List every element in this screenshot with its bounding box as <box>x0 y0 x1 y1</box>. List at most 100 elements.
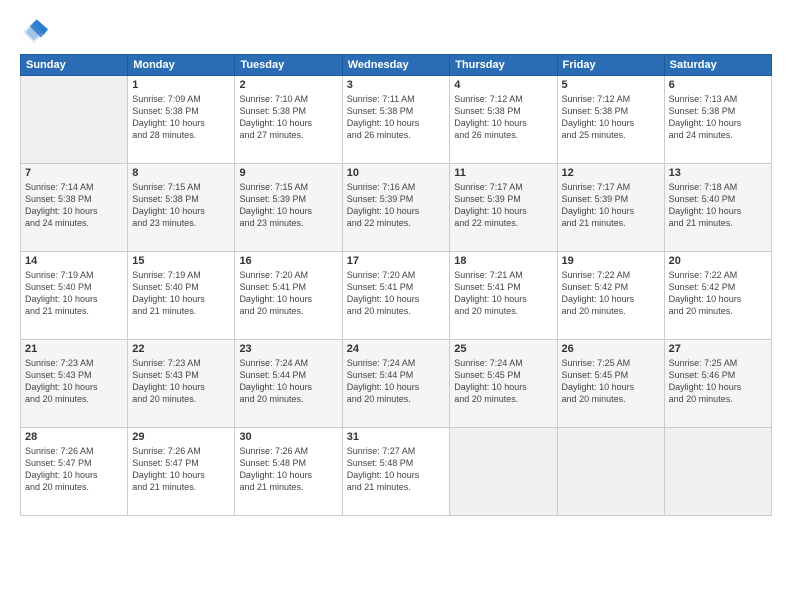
calendar-cell: 20 Sunrise: 7:22 AM Sunset: 5:42 PM Dayli… <box>664 252 771 340</box>
logo-icon <box>20 18 48 46</box>
day-info: Sunrise: 7:12 AM Sunset: 5:38 PM Dayligh… <box>454 93 552 142</box>
col-header-wednesday: Wednesday <box>342 55 450 76</box>
day-info: Sunrise: 7:15 AM Sunset: 5:39 PM Dayligh… <box>239 181 337 230</box>
day-info: Sunrise: 7:23 AM Sunset: 5:43 PM Dayligh… <box>25 357 123 406</box>
calendar-cell: 13 Sunrise: 7:18 AM Sunset: 5:40 PM Dayli… <box>664 164 771 252</box>
day-info: Sunrise: 7:16 AM Sunset: 5:39 PM Dayligh… <box>347 181 446 230</box>
day-number: 19 <box>562 255 660 267</box>
calendar-cell: 29 Sunrise: 7:26 AM Sunset: 5:47 PM Dayli… <box>128 428 235 516</box>
calendar-cell: 2 Sunrise: 7:10 AM Sunset: 5:38 PM Daylig… <box>235 76 342 164</box>
logo <box>20 18 52 46</box>
col-header-monday: Monday <box>128 55 235 76</box>
page: SundayMondayTuesdayWednesdayThursdayFrid… <box>0 0 792 612</box>
calendar-cell: 6 Sunrise: 7:13 AM Sunset: 5:38 PM Daylig… <box>664 76 771 164</box>
calendar-cell <box>557 428 664 516</box>
day-number: 8 <box>132 167 230 179</box>
calendar-cell: 28 Sunrise: 7:26 AM Sunset: 5:47 PM Dayli… <box>21 428 128 516</box>
day-number: 26 <box>562 343 660 355</box>
day-number: 12 <box>562 167 660 179</box>
day-info: Sunrise: 7:26 AM Sunset: 5:47 PM Dayligh… <box>25 445 123 494</box>
day-info: Sunrise: 7:21 AM Sunset: 5:41 PM Dayligh… <box>454 269 552 318</box>
calendar: SundayMondayTuesdayWednesdayThursdayFrid… <box>20 54 772 516</box>
calendar-cell: 17 Sunrise: 7:20 AM Sunset: 5:41 PM Dayli… <box>342 252 450 340</box>
header <box>20 18 772 46</box>
day-info: Sunrise: 7:20 AM Sunset: 5:41 PM Dayligh… <box>347 269 446 318</box>
week-row-0: 1Sunrise: 7:09 AM Sunset: 5:38 PM Daylig… <box>21 76 772 164</box>
day-info: Sunrise: 7:18 AM Sunset: 5:40 PM Dayligh… <box>669 181 767 230</box>
calendar-cell: 11 Sunrise: 7:17 AM Sunset: 5:39 PM Dayli… <box>450 164 557 252</box>
day-info: Sunrise: 7:10 AM Sunset: 5:38 PM Dayligh… <box>239 93 337 142</box>
calendar-cell: 22Sunrise: 7:23 AM Sunset: 5:43 PM Dayli… <box>128 340 235 428</box>
day-info: Sunrise: 7:17 AM Sunset: 5:39 PM Dayligh… <box>454 181 552 230</box>
day-info: Sunrise: 7:15 AM Sunset: 5:38 PM Dayligh… <box>132 181 230 230</box>
day-number: 29 <box>132 431 230 443</box>
day-info: Sunrise: 7:19 AM Sunset: 5:40 PM Dayligh… <box>132 269 230 318</box>
calendar-cell: 16Sunrise: 7:20 AM Sunset: 5:41 PM Dayli… <box>235 252 342 340</box>
day-number: 25 <box>454 343 552 355</box>
calendar-cell: 25 Sunrise: 7:24 AM Sunset: 5:45 PM Dayli… <box>450 340 557 428</box>
calendar-cell: 3 Sunrise: 7:11 AM Sunset: 5:38 PM Daylig… <box>342 76 450 164</box>
col-header-sunday: Sunday <box>21 55 128 76</box>
day-number: 18 <box>454 255 552 267</box>
week-row-2: 14 Sunrise: 7:19 AM Sunset: 5:40 PM Dayli… <box>21 252 772 340</box>
calendar-cell: 18 Sunrise: 7:21 AM Sunset: 5:41 PM Dayli… <box>450 252 557 340</box>
day-number: 9 <box>239 167 337 179</box>
day-number: 2 <box>239 79 337 91</box>
day-number: 6 <box>669 79 767 91</box>
day-info: Sunrise: 7:27 AM Sunset: 5:48 PM Dayligh… <box>347 445 446 494</box>
day-number: 17 <box>347 255 446 267</box>
calendar-cell: 10 Sunrise: 7:16 AM Sunset: 5:39 PM Dayli… <box>342 164 450 252</box>
calendar-cell: 23 Sunrise: 7:24 AM Sunset: 5:44 PM Dayli… <box>235 340 342 428</box>
calendar-cell <box>450 428 557 516</box>
calendar-cell: 21Sunrise: 7:23 AM Sunset: 5:43 PM Dayli… <box>21 340 128 428</box>
day-number: 24 <box>347 343 446 355</box>
day-number: 1 <box>132 79 230 91</box>
calendar-cell: 8 Sunrise: 7:15 AM Sunset: 5:38 PM Daylig… <box>128 164 235 252</box>
day-number: 28 <box>25 431 123 443</box>
calendar-cell: 19 Sunrise: 7:22 AM Sunset: 5:42 PM Dayli… <box>557 252 664 340</box>
day-number: 15 <box>132 255 230 267</box>
day-info: Sunrise: 7:24 AM Sunset: 5:45 PM Dayligh… <box>454 357 552 406</box>
calendar-cell: 1Sunrise: 7:09 AM Sunset: 5:38 PM Daylig… <box>128 76 235 164</box>
day-info: Sunrise: 7:25 AM Sunset: 5:46 PM Dayligh… <box>669 357 767 406</box>
day-info: Sunrise: 7:12 AM Sunset: 5:38 PM Dayligh… <box>562 93 660 142</box>
calendar-cell: 27 Sunrise: 7:25 AM Sunset: 5:46 PM Dayli… <box>664 340 771 428</box>
day-info: Sunrise: 7:11 AM Sunset: 5:38 PM Dayligh… <box>347 93 446 142</box>
day-info: Sunrise: 7:25 AM Sunset: 5:45 PM Dayligh… <box>562 357 660 406</box>
day-number: 30 <box>239 431 337 443</box>
week-row-4: 28 Sunrise: 7:26 AM Sunset: 5:47 PM Dayli… <box>21 428 772 516</box>
calendar-cell: 30Sunrise: 7:26 AM Sunset: 5:48 PM Dayli… <box>235 428 342 516</box>
calendar-header-row: SundayMondayTuesdayWednesdayThursdayFrid… <box>21 55 772 76</box>
col-header-thursday: Thursday <box>450 55 557 76</box>
week-row-1: 7Sunrise: 7:14 AM Sunset: 5:38 PM Daylig… <box>21 164 772 252</box>
calendar-cell: 31 Sunrise: 7:27 AM Sunset: 5:48 PM Dayli… <box>342 428 450 516</box>
col-header-saturday: Saturday <box>664 55 771 76</box>
calendar-cell: 15 Sunrise: 7:19 AM Sunset: 5:40 PM Dayli… <box>128 252 235 340</box>
day-info: Sunrise: 7:22 AM Sunset: 5:42 PM Dayligh… <box>562 269 660 318</box>
day-info: Sunrise: 7:23 AM Sunset: 5:43 PM Dayligh… <box>132 357 230 406</box>
day-info: Sunrise: 7:24 AM Sunset: 5:44 PM Dayligh… <box>347 357 446 406</box>
calendar-cell <box>664 428 771 516</box>
day-number: 20 <box>669 255 767 267</box>
day-info: Sunrise: 7:13 AM Sunset: 5:38 PM Dayligh… <box>669 93 767 142</box>
day-number: 11 <box>454 167 552 179</box>
calendar-cell <box>21 76 128 164</box>
day-info: Sunrise: 7:14 AM Sunset: 5:38 PM Dayligh… <box>25 181 123 230</box>
day-number: 10 <box>347 167 446 179</box>
calendar-cell: 24 Sunrise: 7:24 AM Sunset: 5:44 PM Dayli… <box>342 340 450 428</box>
col-header-tuesday: Tuesday <box>235 55 342 76</box>
day-number: 31 <box>347 431 446 443</box>
day-number: 4 <box>454 79 552 91</box>
calendar-cell: 14Sunrise: 7:19 AM Sunset: 5:40 PM Dayli… <box>21 252 128 340</box>
day-info: Sunrise: 7:24 AM Sunset: 5:44 PM Dayligh… <box>239 357 337 406</box>
day-info: Sunrise: 7:26 AM Sunset: 5:47 PM Dayligh… <box>132 445 230 494</box>
day-number: 13 <box>669 167 767 179</box>
day-number: 14 <box>25 255 123 267</box>
calendar-cell: 5Sunrise: 7:12 AM Sunset: 5:38 PM Daylig… <box>557 76 664 164</box>
day-number: 23 <box>239 343 337 355</box>
day-info: Sunrise: 7:22 AM Sunset: 5:42 PM Dayligh… <box>669 269 767 318</box>
day-number: 27 <box>669 343 767 355</box>
week-row-3: 21Sunrise: 7:23 AM Sunset: 5:43 PM Dayli… <box>21 340 772 428</box>
day-number: 3 <box>347 79 446 91</box>
col-header-friday: Friday <box>557 55 664 76</box>
